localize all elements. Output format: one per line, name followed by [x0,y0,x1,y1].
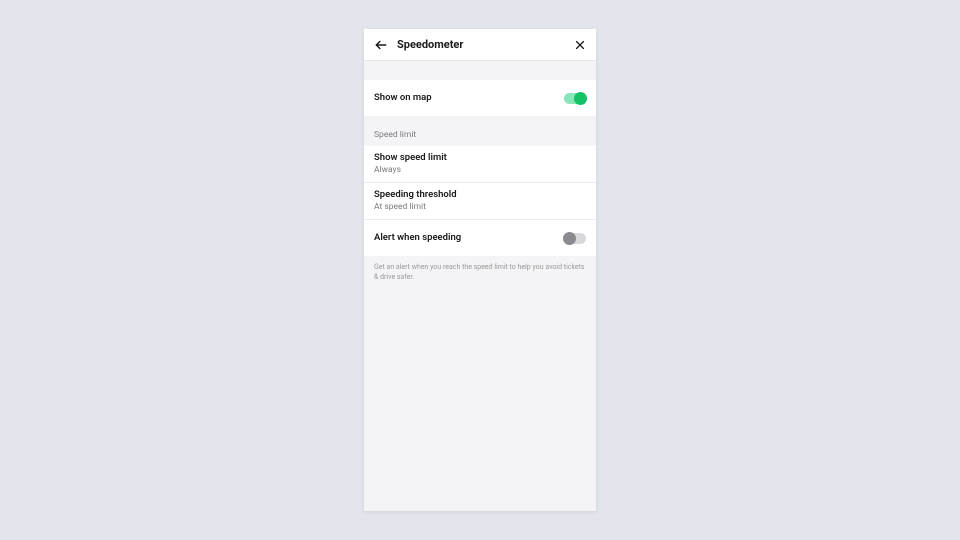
row-value: Always [374,165,401,176]
row-alert-when-speeding[interactable]: Alert when speeding [364,220,596,256]
row-show-speed-limit[interactable]: Show speed limit Always [364,146,596,182]
spacer [364,61,596,80]
row-show-on-map[interactable]: Show on map [364,80,596,116]
row-value: At speed limit [374,202,426,213]
settings-panel: Speedometer Show on map Speed limit Show… [364,29,596,511]
header: Speedometer [364,29,596,61]
close-icon[interactable] [574,39,586,51]
row-label: Show on map [374,92,432,104]
helper-text: Get an alert when you reach the speed li… [364,256,596,290]
toggle-show-on-map[interactable] [564,93,586,104]
row-label: Speeding threshold [374,189,457,201]
row-label: Alert when speeding [374,232,461,244]
page-title: Speedometer [397,38,574,51]
row-label: Show speed limit [374,152,447,164]
toggle-alert-when-speeding[interactable] [564,233,586,244]
section-header-speed-limit: Speed limit [364,116,596,146]
row-speeding-threshold[interactable]: Speeding threshold At speed limit [364,183,596,219]
back-arrow-icon[interactable] [374,38,388,52]
